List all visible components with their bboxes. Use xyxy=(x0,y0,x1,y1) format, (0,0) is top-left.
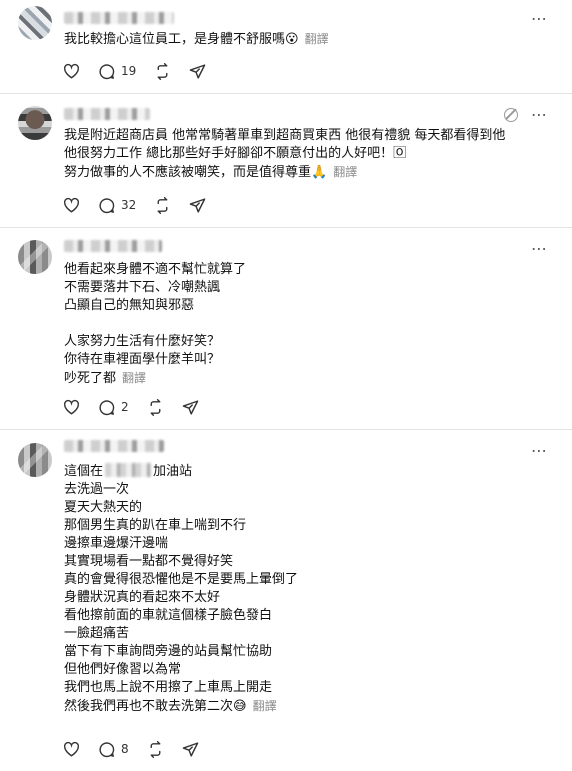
translate-link[interactable]: 翻譯 xyxy=(305,32,329,46)
post-line: 他很努力工作 總比那些好手好腳卻不願意付出的人好吧！🄾 xyxy=(64,146,407,161)
post-line: 去洗過一次 xyxy=(64,482,130,497)
reply-count: 2 xyxy=(121,400,129,414)
comment-icon xyxy=(99,399,115,415)
heart-icon xyxy=(63,741,80,757)
divider xyxy=(0,93,572,94)
post-line: 其實現場看一點都不覺得好笑 xyxy=(64,554,234,569)
avatar[interactable] xyxy=(18,106,52,140)
repost-button[interactable] xyxy=(154,196,171,214)
divider xyxy=(0,429,572,430)
share-button[interactable] xyxy=(189,63,206,80)
post-line: 我是附近超商店員 他常常騎著單車到超商買東西 他很有禮貌 每天都看得到他 xyxy=(64,128,506,143)
post-line: 他看起來身體不適不幫忙就算了 xyxy=(64,262,247,277)
heart-icon xyxy=(63,63,80,79)
post-line: 凸顯自己的無知與邪惡 xyxy=(64,298,195,313)
heart-icon xyxy=(63,399,80,415)
action-bar: 19 xyxy=(63,62,224,80)
avatar[interactable] xyxy=(18,443,52,477)
repost-icon xyxy=(157,62,168,80)
post-line: 但他們好像習以為常 xyxy=(64,662,182,677)
post-line: 夏天大熱天的 xyxy=(64,500,143,515)
post-line: 邊擦車邊爆汗邊喘 xyxy=(64,536,169,551)
post-line: 看他擦前面的車就這個樣子臉色發白 xyxy=(64,608,273,623)
post-line-end: 加油站 xyxy=(153,464,193,479)
send-icon xyxy=(189,63,206,79)
reply-button[interactable]: 19 xyxy=(98,63,136,80)
reply-button[interactable]: 32 xyxy=(98,197,136,214)
translate-link[interactable]: 翻譯 xyxy=(333,165,357,179)
like-button[interactable] xyxy=(63,399,80,415)
share-button[interactable] xyxy=(182,741,199,758)
location-blurred xyxy=(105,463,152,477)
username-blurred[interactable] xyxy=(64,440,164,452)
send-icon xyxy=(189,197,206,213)
like-button[interactable] xyxy=(63,63,80,79)
comment-icon xyxy=(99,741,115,757)
post-line: 我比較擔心這位員工，是身體不舒服嗎😮 xyxy=(64,32,299,47)
like-button[interactable] xyxy=(63,741,80,757)
repost-icon xyxy=(150,740,161,758)
divider xyxy=(0,227,572,228)
action-bar: 8 xyxy=(63,740,217,758)
post-line: 我們也馬上說不用擦了上車馬上開走 xyxy=(64,680,273,695)
avatar[interactable] xyxy=(18,6,52,40)
username-blurred[interactable] xyxy=(64,108,150,120)
more-options-icon[interactable]: ⋯ xyxy=(531,443,548,459)
post-line: 真的會覺得很恐懼他是不是要馬上暈倒了 xyxy=(64,572,299,587)
action-bar: 2 xyxy=(63,398,217,416)
post-line: 一臉超痛苦 xyxy=(64,626,130,641)
username-blurred[interactable] xyxy=(64,12,174,24)
post-line: 吵死了都 xyxy=(64,371,117,386)
repost-button[interactable] xyxy=(147,398,164,416)
reply-count: 8 xyxy=(121,742,129,756)
post-line: 當下有下車詢問旁邊的站員幫忙協助 xyxy=(64,644,273,659)
translate-link[interactable]: 翻譯 xyxy=(122,371,146,385)
repost-button[interactable] xyxy=(154,62,171,80)
post-line: 努力做事的人不應該被嘲笑，而是值得尊重🙏 xyxy=(64,165,328,180)
post-text: 我是附近超商店員 他常常騎著單車到超商買東西 他很有禮貌 每天都看得到他 他很努… xyxy=(64,127,544,182)
avatar[interactable] xyxy=(18,240,52,274)
share-button[interactable] xyxy=(189,197,206,214)
edited-icon[interactable] xyxy=(504,108,518,122)
action-bar: 32 xyxy=(63,196,224,214)
more-options-icon[interactable]: ⋯ xyxy=(531,107,548,123)
translate-link[interactable]: 翻譯 xyxy=(253,699,277,713)
comment-icon xyxy=(99,197,115,213)
share-button[interactable] xyxy=(182,399,199,416)
post-line: 人家努力生活有什麼好笑？ xyxy=(64,334,221,349)
more-options-icon[interactable]: ⋯ xyxy=(531,241,548,257)
post-text: 這個在 加油站 去洗過一次 夏天大熱天的 那個男生真的趴在車上喘到不行 邊擦車邊爆… xyxy=(64,463,544,716)
post-text: 他看起來身體不適不幫忙就算了 不需要落井下石、冷嘲熱諷 凸顯自己的無知與邪惡 人… xyxy=(64,261,544,388)
post-line: 不需要落井下石、冷嘲熱諷 xyxy=(64,280,221,295)
reply-count: 19 xyxy=(121,64,137,78)
post-line: 然後我們再也不敢去洗第二次😅 xyxy=(64,699,247,714)
reply-button[interactable]: 8 xyxy=(98,741,129,758)
more-options-icon[interactable]: ⋯ xyxy=(531,11,548,27)
send-icon xyxy=(182,741,198,757)
reply-button[interactable]: 2 xyxy=(98,399,129,416)
reply-count: 32 xyxy=(121,198,137,212)
post-line: 你待在車裡面學什麼羊叫？ xyxy=(64,352,221,367)
like-button[interactable] xyxy=(63,197,80,213)
post-line: 身體狀況真的看起來不太好 xyxy=(64,590,221,605)
username-blurred[interactable] xyxy=(64,240,162,252)
post-text: 我比較擔心這位員工，是身體不舒服嗎😮 翻譯 xyxy=(64,30,544,49)
post-line-start: 這個在 xyxy=(64,464,104,479)
send-icon xyxy=(182,399,198,415)
repost-icon xyxy=(157,196,168,214)
repost-icon xyxy=(150,398,161,416)
comment-icon xyxy=(99,63,115,79)
post-line: 那個男生真的趴在車上喘到不行 xyxy=(64,518,247,533)
heart-icon xyxy=(63,197,80,213)
repost-button[interactable] xyxy=(147,740,164,758)
